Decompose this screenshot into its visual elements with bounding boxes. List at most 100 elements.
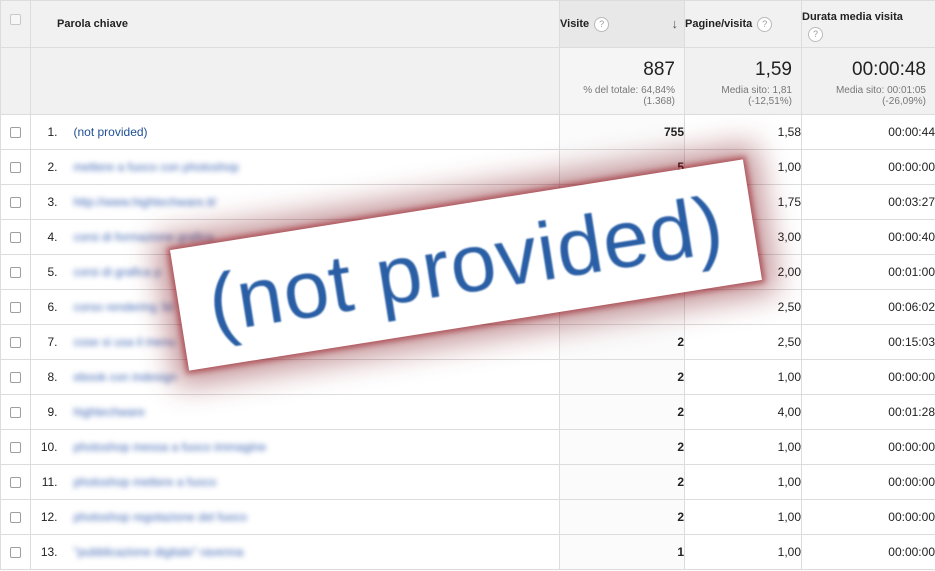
row-checkbox[interactable]	[10, 232, 21, 244]
duration-summary-cell: 00:00:48 Media sito: 00:01:05 (-26,09%)	[801, 47, 935, 115]
table-row[interactable]: 7. cose si usa il menu 2 2,50 00:15:03	[0, 324, 935, 360]
avg-duration-cell: 00:00:00	[801, 534, 935, 570]
keyword-cell: "pubblicazione digitale" ravenna	[63, 534, 560, 570]
keyword-link[interactable]: corsi di grafica p	[74, 265, 161, 279]
summary-blank-cell	[30, 47, 560, 115]
row-index: 13.	[30, 534, 64, 570]
row-checkbox[interactable]	[10, 407, 21, 419]
row-index: 4.	[30, 219, 64, 255]
row-checkbox[interactable]	[10, 267, 21, 279]
table-row[interactable]: 9. hightechware 2 4,00 00:01:28	[0, 394, 935, 430]
keyword-link[interactable]: hightechware	[74, 405, 145, 419]
avg-duration-column-header[interactable]: Durata media visita ?	[801, 0, 935, 48]
pages-per-visit-cell: 1,58	[684, 114, 802, 150]
avg-duration-cell: 00:00:40	[801, 219, 935, 255]
row-checkbox[interactable]	[10, 442, 21, 454]
row-index: 12.	[30, 499, 64, 535]
avg-duration-cell: 00:00:00	[801, 149, 935, 185]
visits-total-sub: % del totale: 64,84% (1.368)	[583, 85, 675, 107]
row-index: 2.	[30, 149, 64, 185]
visits-cell: 2	[559, 464, 685, 500]
table-row[interactable]: 1. (not provided) 755 1,58 00:00:44	[0, 114, 935, 150]
keyword-link[interactable]: ebook con indesign	[74, 370, 177, 384]
row-checkbox[interactable]	[10, 547, 21, 559]
row-select-cell	[0, 499, 31, 535]
visits-cell: 2	[559, 429, 685, 465]
visits-total: 887	[643, 59, 675, 80]
pages-summary-cell: 1,59 Media sito: 1,81 (-12,51%)	[684, 47, 802, 115]
select-all-checkbox[interactable]	[10, 14, 21, 25]
keyword-cell: photoshop messa a fuoco immagine	[63, 429, 560, 465]
table-row[interactable]: 12. photoshop regolazione del fuoco 2 1,00 0…	[0, 499, 935, 535]
visits-cell: 2	[559, 359, 685, 395]
help-icon[interactable]: ?	[757, 16, 773, 32]
row-index: 8.	[30, 359, 64, 395]
avg-duration-cell: 00:06:02	[801, 289, 935, 325]
keyword-column-header[interactable]: Parola chiave	[30, 0, 560, 48]
visits-cell: 755	[559, 114, 685, 150]
pages-per-visit-cell: 1,00	[684, 464, 802, 500]
keyword-cell: mettere a fuoco con photoshop	[63, 149, 560, 185]
pages-total-sub: Media sito: 1,81 (-12,51%)	[721, 85, 792, 107]
row-index: 6.	[30, 289, 64, 325]
keyword-link[interactable]: corso rendering 3d	[74, 300, 174, 314]
table-row[interactable]: 10. photoshop messa a fuoco immagine 2 1,00…	[0, 429, 935, 465]
visits-summary-cell: 887 % del totale: 64,84% (1.368)	[559, 47, 685, 115]
summary-blank-cell	[0, 47, 31, 115]
row-checkbox[interactable]	[10, 127, 21, 139]
table-row[interactable]: 2. mettere a fuoco con photoshop 5 1,00 00:0…	[0, 149, 935, 185]
pages-per-visit-cell: 1,00	[684, 359, 802, 395]
avg-duration-cell: 00:00:00	[801, 499, 935, 535]
keyword-link[interactable]: (not provided)	[74, 125, 148, 139]
row-checkbox[interactable]	[10, 512, 21, 524]
avg-duration-cell: 00:00:00	[801, 359, 935, 395]
keyword-cell: ebook con indesign	[63, 359, 560, 395]
row-select-cell	[0, 429, 31, 465]
avg-duration-cell: 00:15:03	[801, 324, 935, 360]
summary-row: 887 % del totale: 64,84% (1.368) 1,59 Me…	[0, 47, 935, 115]
keyword-cell: hightechware	[63, 394, 560, 430]
keyword-link[interactable]: "pubblicazione digitale" ravenna	[74, 545, 244, 559]
sort-descending-icon[interactable]: ↓	[672, 16, 679, 31]
row-checkbox[interactable]	[10, 477, 21, 489]
row-checkbox[interactable]	[10, 372, 21, 384]
duration-header-label: Durata media visita	[802, 11, 903, 23]
row-index: 5.	[30, 254, 64, 290]
table-header-row: Parola chiave Visite? ↓ Pagine/visita? D…	[0, 0, 935, 48]
keyword-cell: photoshop mettere a fuoco	[63, 464, 560, 500]
row-checkbox[interactable]	[10, 302, 21, 314]
row-index: 7.	[30, 324, 64, 360]
pages-per-visit-cell: 4,00	[684, 394, 802, 430]
keyword-link[interactable]: corsi di formazione grafica	[74, 230, 214, 244]
table-row[interactable]: 13. "pubblicazione digitale" ravenna 1 1,00…	[0, 534, 935, 570]
keyword-link[interactable]: mettere a fuoco con photoshop	[74, 160, 239, 174]
table-row[interactable]: 8. ebook con indesign 2 1,00 00:00:00	[0, 359, 935, 395]
row-checkbox[interactable]	[10, 197, 21, 209]
row-index: 11.	[30, 464, 64, 500]
row-checkbox[interactable]	[10, 337, 21, 349]
table-row[interactable]: 11. photoshop mettere a fuoco 2 1,00 00:00:0…	[0, 464, 935, 500]
help-icon[interactable]: ?	[808, 27, 823, 42]
keyword-link[interactable]: photoshop regolazione del fuoco	[74, 510, 247, 524]
pages-per-visit-cell: 2,50	[684, 324, 802, 360]
keyword-link[interactable]: photoshop messa a fuoco immagine	[74, 440, 267, 454]
visits-cell: 2	[559, 394, 685, 430]
row-index: 3.	[30, 184, 64, 220]
row-select-cell	[0, 149, 31, 185]
row-select-cell	[0, 114, 31, 150]
keyword-link[interactable]: http://www.hightechware.it/	[74, 195, 217, 209]
keyword-link[interactable]: cose si usa il menu	[74, 335, 176, 349]
visits-column-header[interactable]: Visite? ↓	[559, 0, 685, 48]
visits-header-label: Visite	[560, 18, 590, 30]
help-icon[interactable]: ?	[594, 16, 610, 32]
pages-per-visit-cell: 2,50	[684, 289, 802, 325]
visits-cell: 2	[559, 499, 685, 535]
pages-per-visit-column-header[interactable]: Pagine/visita?	[684, 0, 802, 48]
pages-per-visit-cell: 1,00	[684, 534, 802, 570]
row-checkbox[interactable]	[10, 162, 21, 174]
keyword-link[interactable]: photoshop mettere a fuoco	[74, 475, 217, 489]
avg-duration-cell: 00:03:27	[801, 184, 935, 220]
row-select-cell	[0, 464, 31, 500]
select-all-cell	[0, 0, 31, 48]
row-select-cell	[0, 254, 31, 290]
